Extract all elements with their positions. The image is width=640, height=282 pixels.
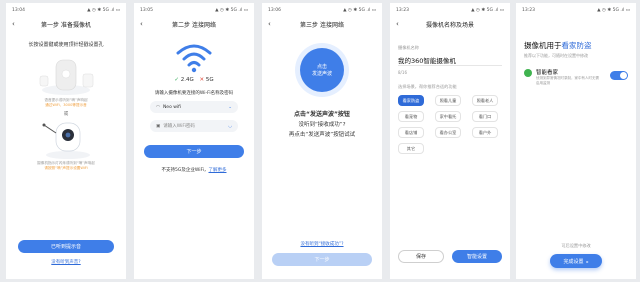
screen-prepare-camera: 13:04 ▲ ◷ ✱ 5G .ıl ▭ ‹ 第一步 准备摄像机 长按设置键或使… xyxy=(6,3,126,279)
smart-home-icon xyxy=(524,69,532,77)
next-button-disabled[interactable]: 下一步 xyxy=(272,253,372,266)
send-label-line2: 发送声波 xyxy=(311,71,332,77)
screen-recommended-features: 13:23 ▲ ◷ ✱ 5G .ıl ▭ 摄像机用于看家防盗 推荐以下功能，可随… xyxy=(516,3,636,279)
name-underline xyxy=(398,65,502,66)
status-time: 13:06 xyxy=(268,8,281,13)
main-instruction: 点击“发送声波”按钮 xyxy=(294,111,350,118)
back-arrow-icon[interactable]: ‹ xyxy=(268,20,271,28)
scene-chip[interactable]: 看宠物 xyxy=(398,111,424,122)
status-bar: 13:23 ▲ ◷ ✱ 5G .ıl ▭ xyxy=(522,8,630,13)
page-header: ‹ 第二步 连接网络 xyxy=(134,18,254,30)
chevron-down-icon[interactable]: ⌄ xyxy=(228,105,232,110)
save-button[interactable]: 保存 xyxy=(398,250,444,263)
scene-chip[interactable]: 看店铺 xyxy=(398,127,424,138)
feature-title: 智能看家 xyxy=(536,70,559,76)
wifi-name-value: Neo wifi xyxy=(162,104,182,110)
send-soundwave-button[interactable]: 点击 发送声波 xyxy=(300,48,344,92)
wifi-small-icon: ◠ xyxy=(156,104,160,110)
settings-note: 可后设置中修改 xyxy=(561,243,591,248)
arrow-icon: ▸ xyxy=(586,258,589,264)
eye-icon[interactable]: ◡ xyxy=(228,124,232,129)
page-header: ‹ 第一步 准备摄像机 xyxy=(6,18,126,30)
password-placeholder: 请输入WiFi密码 xyxy=(163,124,195,129)
status-time: 13:05 xyxy=(140,8,153,13)
page-header: ‹ 第三步 连接网络 xyxy=(262,18,382,30)
status-time: 13:04 xyxy=(12,8,25,13)
scene-chip[interactable]: 看家防盗 xyxy=(398,95,424,106)
headline-scene: 看家防盗 xyxy=(561,41,592,50)
subtitle: 推荐以下功能，可随时在设置中修改 xyxy=(524,53,588,58)
cross-icon: ✕ xyxy=(199,77,205,83)
band-5-label: 5G xyxy=(205,77,214,83)
status-time: 13:23 xyxy=(396,8,409,13)
toggle-knob xyxy=(620,72,627,79)
send-label-line1: 点击 xyxy=(316,64,327,70)
status-icons: ▲ ◷ ✱ 5G .ıl ▭ xyxy=(87,8,120,13)
heard-prompt-button[interactable]: 已听到提示音 xyxy=(18,240,114,253)
status-bar: 13:06 ▲ ◷ ✱ 5G .ıl ▭ xyxy=(268,8,376,13)
headline-prefix: 摄像机用于 xyxy=(524,41,562,50)
instruction-text: 长按设置键或使用顶针轻戳设置孔 xyxy=(28,42,104,48)
not-received-text: 没听到“接收成功”? xyxy=(298,122,346,128)
scene-label: 选择场景，帮你推荐合适的功能 xyxy=(398,84,457,89)
camera-setup-illustration xyxy=(42,122,90,159)
unsupported-note: 不支持5G及企业WiFi， xyxy=(161,168,209,173)
smart-setup-button[interactable]: 智能设置 xyxy=(452,250,502,263)
back-arrow-icon[interactable]: ‹ xyxy=(12,20,15,28)
band-24-label: 2.4G xyxy=(180,77,194,83)
scene-chip[interactable]: 照看老人 xyxy=(472,95,498,106)
status-bar: 13:05 ▲ ◷ ✱ 5G .ıl ▭ xyxy=(140,8,248,13)
back-arrow-icon[interactable]: ‹ xyxy=(396,20,399,28)
page-title: 第一步 准备摄像机 xyxy=(41,21,91,29)
check-icon: ✓ xyxy=(174,77,179,83)
status-icons: ▲ ◷ ✱ 5G .ıl ▭ xyxy=(471,8,504,13)
finish-setup-label: 完成设置 xyxy=(563,258,584,265)
finish-setup-button[interactable]: 完成设置 ▸ xyxy=(550,254,602,268)
headline: 摄像机用于看家防盗 xyxy=(524,40,592,51)
page-title: 第二步 连接网络 xyxy=(172,21,216,29)
camera-name-input[interactable]: 我的360智能摄像机 xyxy=(398,55,456,65)
page-title: 摄像机名称及场景 xyxy=(425,21,474,29)
status-time: 13:23 xyxy=(522,8,535,13)
band-support: ✓ 2.4G ✕ 5G xyxy=(134,77,254,83)
page-title: 第三步 连接网络 xyxy=(300,21,344,29)
scene-chip[interactable]: 家中看托 xyxy=(435,111,461,122)
scene-chip[interactable]: 照看儿童 xyxy=(435,95,461,106)
feature-desc-cont: 启用监测 xyxy=(536,81,550,85)
scene-chip[interactable]: 其它 xyxy=(398,143,424,154)
wifi-name-field[interactable]: ◠ Neo wifi ⌄ xyxy=(150,101,238,113)
next-button[interactable]: 下一步 xyxy=(144,145,244,158)
device1-caption-hint: 通过WiFi、3000等提示音 xyxy=(45,103,87,107)
bottom-note: 不支持5G及企业WiFi，了解更多 xyxy=(134,167,254,173)
device2-caption-hint: 请按照“嘀”声提示设置WiFi xyxy=(44,166,88,170)
scene-chip[interactable]: 看办公室 xyxy=(435,127,461,138)
scene-chip[interactable]: 看门口 xyxy=(472,111,498,122)
status-bar: 13:23 ▲ ◷ ✱ 5G .ıl ▭ xyxy=(396,8,504,13)
status-icons: ▲ ◷ ✱ 5G .ıl ▭ xyxy=(343,8,376,13)
scene-chip[interactable]: 看户外 xyxy=(472,127,498,138)
status-icons: ▲ ◷ ✱ 5G .ıl ▭ xyxy=(215,8,248,13)
status-bar: 13:04 ▲ ◷ ✱ 5G .ıl ▭ xyxy=(12,8,120,13)
not-received-link[interactable]: 没有听到“接收成功”? xyxy=(262,241,382,247)
wifi-instruction: 请输入摄像机要连接的Wi-Fi名称及密码 xyxy=(154,91,234,96)
no-sound-link[interactable]: 没有听到声音? xyxy=(6,259,126,265)
name-counter: 8/16 xyxy=(398,70,407,75)
retry-text: 再点击“发送声波”按钮试试 xyxy=(288,132,356,138)
screen-connect-network: 13:05 ▲ ◷ ✱ 5G .ıl ▭ ‹ 第二步 连接网络 ✓ 2.4G ✕… xyxy=(134,3,254,279)
camera-name-label: 摄像机名称 xyxy=(398,45,419,50)
screen-camera-name-scene: 13:23 ▲ ◷ ✱ 5G .ıl ▭ ‹ 摄像机名称及场景 摄像机名称 我的… xyxy=(390,3,510,279)
wifi-password-field[interactable]: ▣ 请输入WiFi密码 ◡ xyxy=(150,120,238,132)
learn-more-link[interactable]: 了解更多 xyxy=(208,168,226,173)
page-header: ‹ 摄像机名称及场景 xyxy=(390,18,510,30)
or-divider: 或 xyxy=(63,112,69,117)
smart-home-toggle[interactable] xyxy=(610,71,628,80)
speaker-camera-illustration xyxy=(39,59,94,95)
lock-icon: ▣ xyxy=(156,123,161,129)
screen-send-soundwave: 13:06 ▲ ◷ ✱ 5G .ıl ▭ ‹ 第三步 连接网络 点击 发送声波 … xyxy=(262,3,382,279)
wifi-icon xyxy=(176,44,212,73)
status-icons: ▲ ◷ ✱ 5G .ıl ▭ xyxy=(597,8,630,13)
back-arrow-icon[interactable]: ‹ xyxy=(140,20,143,28)
